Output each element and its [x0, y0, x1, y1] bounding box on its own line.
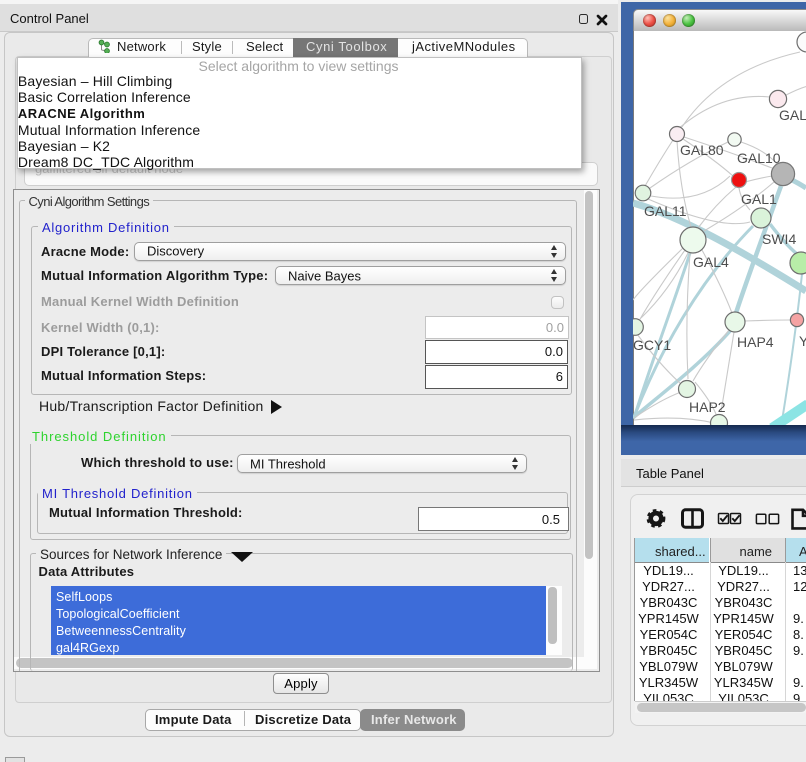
svg-text:GAL4: GAL4 — [693, 254, 729, 270]
svg-text:GAL10: GAL10 — [737, 150, 781, 166]
svg-text:SWI4: SWI4 — [762, 231, 796, 247]
svg-text:GAL80: GAL80 — [680, 142, 724, 158]
svg-text:GCY1: GCY1 — [633, 337, 671, 353]
svg-text:HAP2: HAP2 — [689, 399, 726, 415]
svg-text:GAL11: GAL11 — [644, 203, 687, 219]
svg-text:GAL: GAL — [779, 107, 806, 123]
svg-text:GAL1: GAL1 — [741, 191, 777, 207]
svg-text:HAP4: HAP4 — [737, 334, 774, 350]
svg-text:YK: YK — [799, 333, 806, 349]
